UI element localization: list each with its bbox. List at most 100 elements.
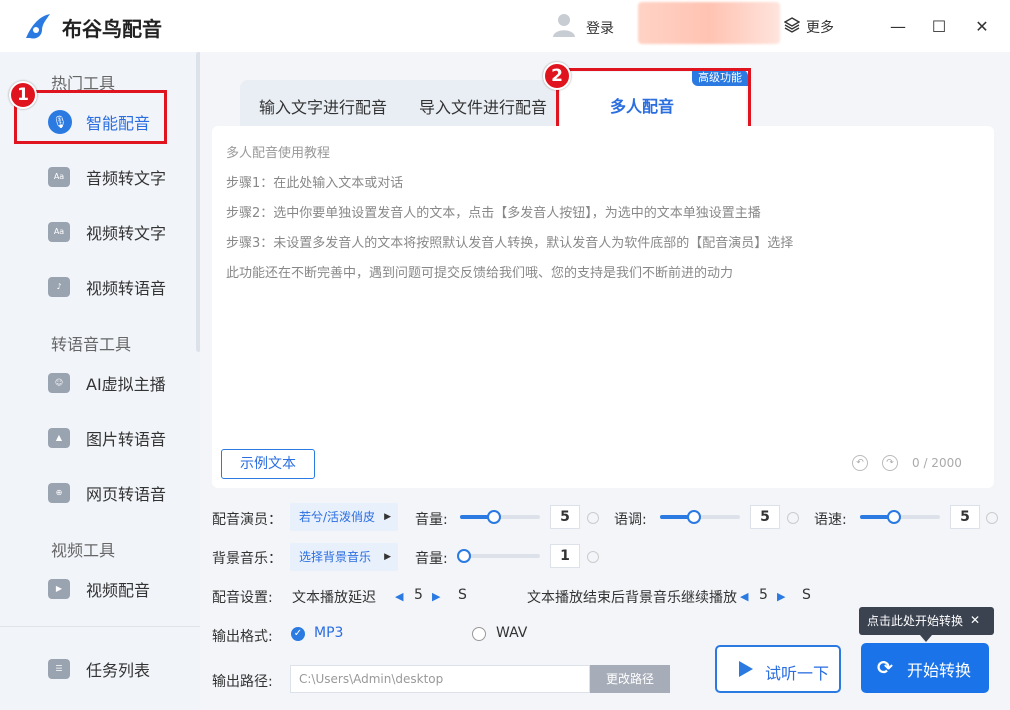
minimize-button[interactable]: — [884,13,912,41]
image-icon: ▲ [48,428,70,448]
sidebar-item-label: 视频配音 [86,581,151,600]
video-text-icon: Aa [48,222,70,242]
format-label: 输出格式: [212,629,273,645]
decrease-continue-icon[interactable]: ◀ [740,590,748,603]
sidebar-divider [0,626,200,627]
path-label: 输出路径: [212,674,273,690]
decrease-delay-icon[interactable]: ◀ [395,590,403,603]
char-count: 0 / 2000 [912,456,962,470]
delay-value[interactable]: 5 [414,587,423,603]
maximize-button[interactable]: ☐ [925,13,953,41]
layers-icon[interactable] [784,17,800,33]
bgm-volume-slider[interactable] [457,549,540,563]
continue-value[interactable]: 5 [759,587,768,603]
sidebar-item-video-to-audio[interactable]: ♪ 视频转语音 [14,263,194,311]
video-dub-icon: ▶ [48,579,70,599]
audio-text-icon: Aa [48,167,70,187]
bgm-volume-label: 音量: [415,551,448,567]
start-convert-button[interactable]: ⟳ 开始转换 [861,643,989,693]
reset-icon[interactable] [587,551,599,563]
start-button-label: 开始转换 [907,661,972,680]
caret-right-icon: ▶ [384,512,391,522]
increase-continue-icon[interactable]: ▶ [777,590,785,603]
sidebar-item-label: 视频转文字 [86,224,167,243]
bgm-value: 选择背景音乐 [299,550,372,564]
volume-slider-handle[interactable] [487,510,501,524]
continue-label: 文本播放结束后背景音乐继续播放 [527,590,737,606]
sidebar-item-audio-to-text[interactable]: Aa 音频转文字 [14,153,194,201]
sidebar-item-video-to-text[interactable]: Aa 视频转文字 [14,208,194,256]
reset-icon[interactable] [787,512,799,524]
globe-icon: ⊕ [48,483,70,503]
change-path-button[interactable]: 更改路径 [590,665,670,693]
volume-label: 音量: [415,512,448,528]
actor-select[interactable]: 若兮/活泼俏皮 ▶ [290,503,398,531]
delay-label: 文本播放延迟 [292,590,376,606]
reset-icon[interactable] [587,512,599,524]
annotation-box-2 [556,68,751,131]
speed-slider[interactable] [860,510,940,524]
format-mp3-label[interactable]: MP3 [314,625,343,641]
editor-placeholder-line: 步骤1：在此处输入文本或对话 [226,176,404,191]
sidebar-item-image-to-speech[interactable]: ▲ 图片转语音 [14,414,194,462]
sidebar-item-label: AI虚拟主播 [86,375,166,394]
output-path-input[interactable]: C:\Users\Admin\desktop [290,665,590,693]
bird-logo-icon [26,14,50,39]
section-title-video-tools: 视频工具 [51,541,116,560]
more-menu[interactable]: 更多 [806,17,834,37]
bgm-select[interactable]: 选择背景音乐 ▶ [290,543,398,571]
editor-placeholder-line: 此功能还在不断完善中，遇到问题可提交反馈给我们哦、您的支持是我们不断前进的动力 [226,266,734,281]
sidebar-item-label: 图片转语音 [86,430,167,449]
sidebar-item-label: 任务列表 [86,661,151,680]
tooltip-arrow [920,635,932,642]
config-label: 配音设置: [212,590,273,606]
delay-unit: S [458,587,467,603]
convert-icon: ⟳ [877,657,893,679]
annotation-box-1 [14,90,167,144]
play-icon [739,661,753,677]
login-link[interactable]: 登录 [586,18,614,38]
redo-icon[interactable]: ↷ [882,455,898,471]
sample-text-button[interactable]: 示例文本 [221,449,315,479]
continue-unit: S [802,587,811,603]
pitch-value[interactable]: 5 [750,505,780,529]
reset-icon[interactable] [986,512,998,524]
increase-delay-icon[interactable]: ▶ [432,590,440,603]
sidebar-item-label: 音频转文字 [86,169,167,188]
volume-value[interactable]: 5 [550,505,580,529]
annotation-badge-2: 2 [543,62,571,90]
preview-button[interactable]: 试听一下 [715,645,841,693]
editor-placeholder-title: 多人配音使用教程 [226,146,331,161]
user-avatar-icon[interactable] [552,12,576,38]
caret-right-icon: ▶ [384,552,391,562]
tab-text-dubbing[interactable]: 输入文字进行配音 [259,94,387,118]
format-wav-label[interactable]: WAV [496,625,527,641]
bgm-label: 背景音乐： [212,551,282,567]
video-audio-icon: ♪ [48,277,70,297]
sidebar-item-video-dubbing[interactable]: ▶ 视频配音 [14,565,194,613]
sidebar-item-label: 网页转语音 [86,485,167,504]
sidebar-item-web-to-speech[interactable]: ⊕ 网页转语音 [14,469,194,517]
volume-slider[interactable] [460,510,540,524]
speed-slider-handle[interactable] [887,510,901,524]
tab-file-dubbing[interactable]: 导入文件进行配音 [419,94,547,118]
sidebar-item-label: 视频转语音 [86,279,167,298]
close-button[interactable]: ✕ [968,13,996,41]
editor-placeholder-line: 步骤3：未设置多发音人的文本将按照默认发音人转换，默认发音人为软件底部的【配音演… [226,236,794,251]
pitch-slider-handle[interactable] [687,510,701,524]
speed-value[interactable]: 5 [950,505,980,529]
preview-button-label: 试听一下 [765,664,830,683]
blurred-region [638,2,780,44]
bgm-volume-slider-handle[interactable] [457,549,471,563]
sidebar-item-task-list[interactable]: ☰ 任务列表 [14,645,194,693]
sidebar-item-ai-host[interactable]: ☺ AI虚拟主播 [14,359,194,407]
format-wav-radio[interactable] [472,627,486,641]
task-list-icon: ☰ [48,659,70,679]
section-title-speech-tools: 转语音工具 [51,335,132,354]
editor-placeholder-line: 步骤2：选中你要单独设置发音人的文本，点击【多发音人按钮】，为选中的文本单独设置… [226,206,761,221]
pitch-slider[interactable] [660,510,740,524]
format-mp3-radio[interactable]: ✓ [291,627,305,641]
undo-icon[interactable]: ↶ [852,455,868,471]
bgm-volume-value[interactable]: 1 [550,544,580,568]
tooltip-close-icon[interactable]: ✕ [970,613,980,627]
